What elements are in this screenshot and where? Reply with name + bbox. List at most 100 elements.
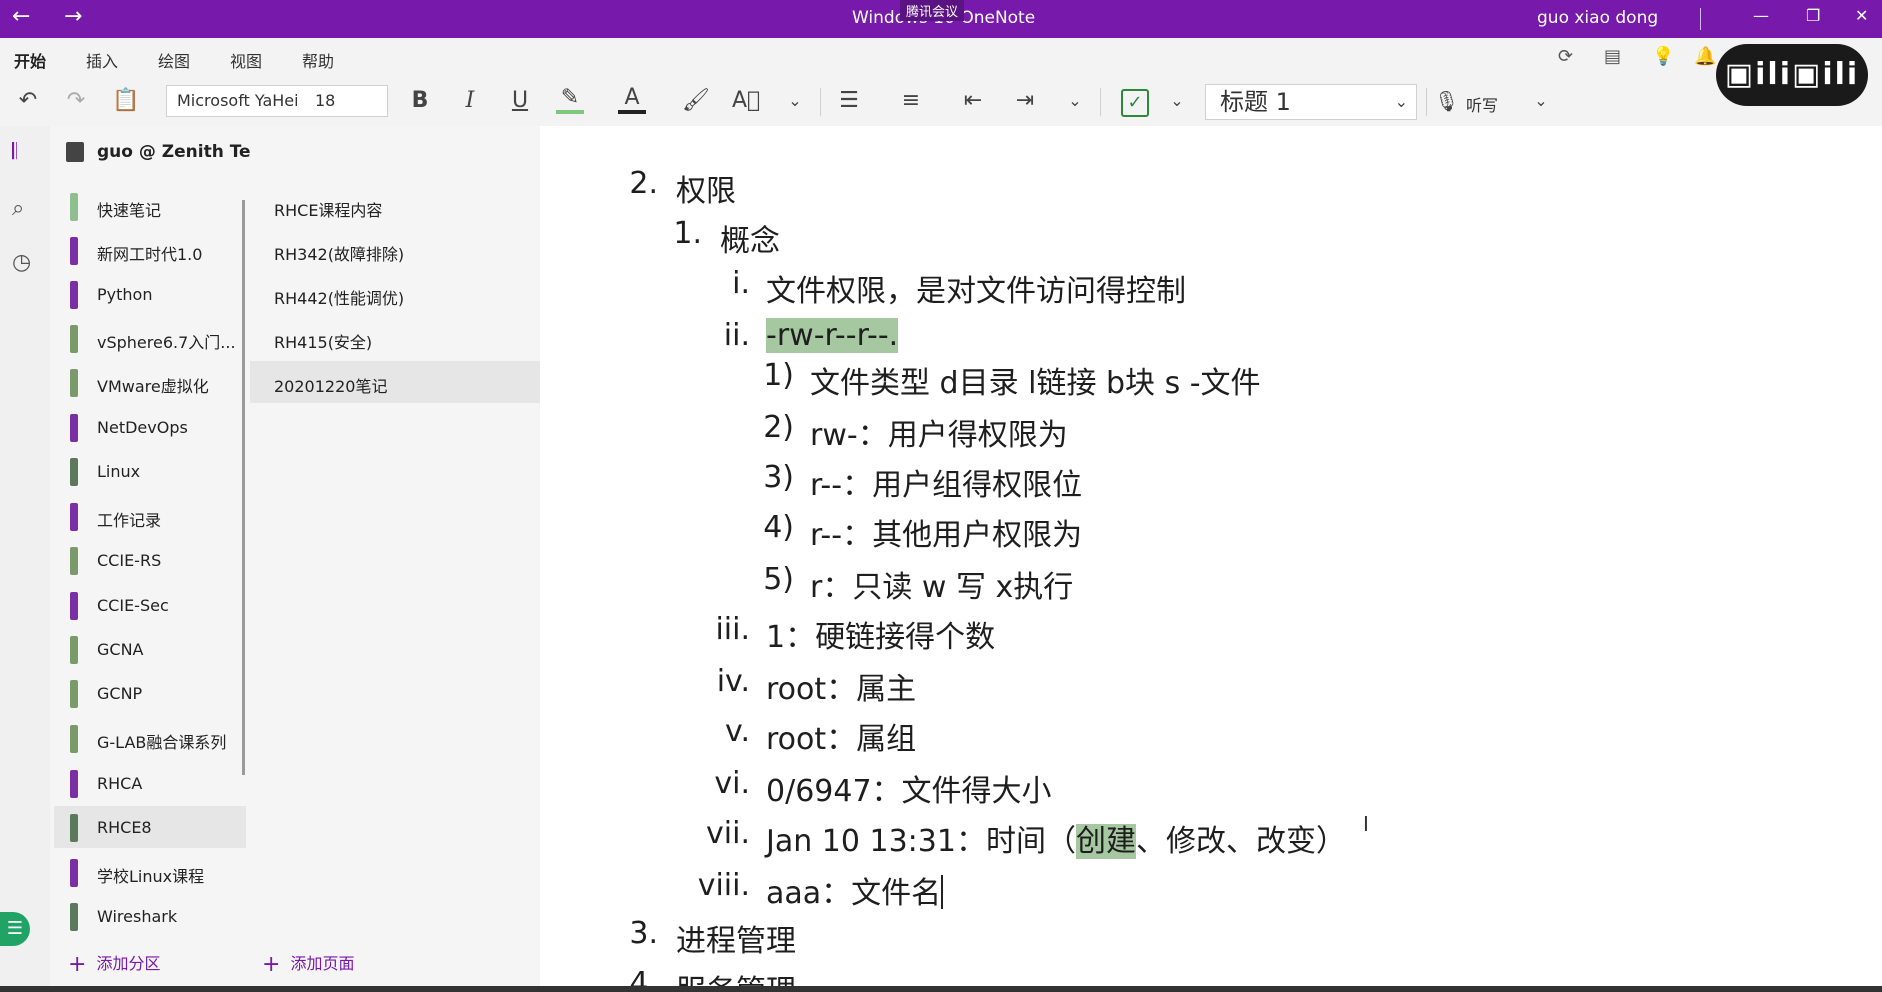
- tag-chevron-icon[interactable]: ⌄: [1166, 86, 1188, 116]
- font-color-icon[interactable]: A: [618, 86, 646, 114]
- more-list-chevron-icon[interactable]: ⌄: [1064, 86, 1086, 116]
- section-item[interactable]: Python: [54, 273, 246, 315]
- format-painter-icon[interactable]: 🖌: [682, 86, 710, 116]
- note-text-line[interactable]: 1：硬链接得个数: [766, 612, 995, 656]
- page-item[interactable]: 20201220笔记: [250, 361, 540, 403]
- lightbulb-icon[interactable]: 💡: [1652, 46, 1674, 67]
- close-icon[interactable]: ✕: [1855, 6, 1868, 25]
- section-scrollbar[interactable]: [242, 200, 245, 775]
- note-text-line[interactable]: 进程管理: [676, 916, 796, 960]
- section-item[interactable]: CCIE-Sec: [54, 584, 246, 626]
- section-item[interactable]: 快速笔记: [54, 185, 246, 227]
- titlebar-divider: [1700, 8, 1701, 30]
- underline-button[interactable]: U: [506, 86, 534, 116]
- font-size-field[interactable]: 18: [315, 86, 335, 116]
- restore-icon[interactable]: ❐: [1806, 6, 1820, 25]
- add-page-button[interactable]: + 添加页面: [262, 950, 354, 977]
- section-item[interactable]: RHCE8: [54, 806, 246, 848]
- page-item[interactable]: RH442(性能调优): [250, 273, 540, 315]
- section-item[interactable]: VMware虚拟化: [54, 361, 246, 403]
- bullet-list-icon[interactable]: ☰: [834, 86, 864, 116]
- forward-arrow-icon[interactable]: →: [64, 4, 82, 29]
- chevron-down-icon[interactable]: ⌄: [1395, 85, 1408, 119]
- sync-icon[interactable]: ⟳: [1558, 46, 1573, 67]
- dictate-button[interactable]: 听写: [1466, 92, 1498, 116]
- tab-insert[interactable]: 插入: [86, 48, 118, 72]
- microphone-icon[interactable]: 🎙: [1434, 86, 1459, 116]
- section-item[interactable]: 工作记录: [54, 495, 246, 537]
- note-text-line[interactable]: 权限: [676, 166, 736, 210]
- tab-home[interactable]: 开始: [14, 48, 47, 81]
- page-item[interactable]: RHCE课程内容: [250, 185, 540, 227]
- section-item[interactable]: NetDevOps: [54, 406, 246, 448]
- note-text-line[interactable]: rw-：用户得权限为: [810, 410, 1068, 454]
- font-name-field[interactable]: Microsoft YaHei: [177, 86, 297, 116]
- section-label: 新网工时代1.0: [97, 245, 203, 264]
- note-text-line[interactable]: r--：其他用户权限为: [810, 510, 1082, 554]
- recent-clock-icon[interactable]: ◷: [12, 250, 31, 275]
- note-text-line[interactable]: 文件类型 d目录 l链接 b块 s -文件: [810, 358, 1261, 402]
- section-item[interactable]: RHCA: [54, 762, 246, 804]
- note-text-line[interactable]: root：属组: [766, 714, 916, 758]
- page-item[interactable]: RH415(安全): [250, 317, 540, 359]
- note-text-line[interactable]: 概念: [720, 216, 780, 260]
- more-format-chevron-icon[interactable]: ⌄: [784, 86, 806, 116]
- section-item[interactable]: Linux: [54, 450, 246, 492]
- back-arrow-icon[interactable]: ←: [12, 4, 30, 29]
- section-item[interactable]: Wireshark: [54, 895, 246, 937]
- highlighter-icon[interactable]: ✎: [556, 86, 584, 114]
- section-item[interactable]: 学校Linux课程: [54, 851, 246, 893]
- section-item[interactable]: GCNP: [54, 672, 246, 714]
- note-canvas[interactable]: 2. 权限 1. 概念 i. 文件权限，是对文件访问得控制 ii. -rw-r--r--. 1)…: [540, 126, 1882, 992]
- note-text-line[interactable]: -rw-r--r--.: [766, 318, 899, 353]
- tab-draw[interactable]: 绘图: [158, 48, 190, 72]
- section-color-tab: [70, 725, 78, 753]
- note-text-line[interactable]: Jan 10 13:31：时间（创建、修改、改变）: [766, 816, 1346, 860]
- minimize-icon[interactable]: —: [1753, 6, 1769, 25]
- left-icon-rail: 𝄃 ⌕ ◷: [0, 126, 50, 992]
- page-label: RH415(安全): [274, 333, 373, 352]
- notebooks-icon[interactable]: 𝄃: [12, 140, 17, 165]
- tab-help[interactable]: 帮助: [302, 48, 334, 72]
- section-item[interactable]: GCNA: [54, 628, 246, 670]
- note-text-line[interactable]: aaa：文件名: [766, 868, 944, 912]
- search-icon[interactable]: ⌕: [12, 196, 24, 221]
- undo-icon[interactable]: ↶: [14, 86, 42, 116]
- font-selector[interactable]: Microsoft YaHei 18: [166, 85, 388, 117]
- note-text-segment: 、修改、改变）: [1135, 824, 1346, 859]
- section-item[interactable]: CCIE-RS: [54, 539, 246, 581]
- section-item[interactable]: vSphere6.7入门...: [54, 317, 246, 359]
- section-color-tab: [70, 770, 78, 798]
- user-name[interactable]: guo xiao dong: [1537, 8, 1658, 28]
- italic-button[interactable]: I: [456, 86, 484, 116]
- note-text-line[interactable]: r：只读 w 写 x执行: [810, 562, 1073, 606]
- increase-indent-icon[interactable]: ⇥: [1010, 86, 1040, 116]
- dictate-chevron-icon[interactable]: ⌄: [1530, 86, 1552, 116]
- note-text-line[interactable]: 0/6947：文件得大小: [766, 766, 1052, 810]
- section-item[interactable]: G-LAB融合课系列: [54, 717, 246, 759]
- add-section-button[interactable]: + 添加分区: [68, 950, 160, 977]
- section-color-tab: [70, 636, 78, 664]
- todo-checkbox-icon[interactable]: ✓: [1121, 89, 1149, 117]
- notebook-icon: [66, 142, 84, 162]
- style-selector[interactable]: 标题 1 ⌄: [1205, 84, 1417, 120]
- bold-button[interactable]: B: [406, 86, 434, 116]
- page-label: RH342(故障排除): [274, 245, 405, 264]
- tab-view[interactable]: 视图: [230, 48, 262, 72]
- page-item[interactable]: RH342(故障排除): [250, 229, 540, 271]
- note-text-line[interactable]: root：属主: [766, 664, 916, 708]
- page-label: RHCE课程内容: [274, 201, 383, 220]
- section-item[interactable]: 新网工时代1.0: [54, 229, 246, 271]
- outline-number: 2.: [629, 166, 658, 201]
- note-text-line[interactable]: 文件权限，是对文件访问得控制: [766, 266, 1186, 310]
- clear-format-icon[interactable]: A⃠: [732, 86, 760, 116]
- redo-icon[interactable]: ↷: [62, 86, 90, 116]
- note-text-line[interactable]: r--：用户组得权限位: [810, 460, 1082, 504]
- clipboard-icon[interactable]: 📋: [112, 86, 140, 116]
- bell-icon[interactable]: 🔔: [1694, 46, 1716, 67]
- section-label: Wireshark: [97, 907, 178, 926]
- page-view-icon[interactable]: ▤: [1604, 46, 1621, 67]
- numbered-list-icon[interactable]: ≡: [896, 86, 926, 116]
- decrease-indent-icon[interactable]: ⇤: [958, 86, 988, 116]
- note-text-segment: rw-：用户得权限为: [810, 418, 1068, 453]
